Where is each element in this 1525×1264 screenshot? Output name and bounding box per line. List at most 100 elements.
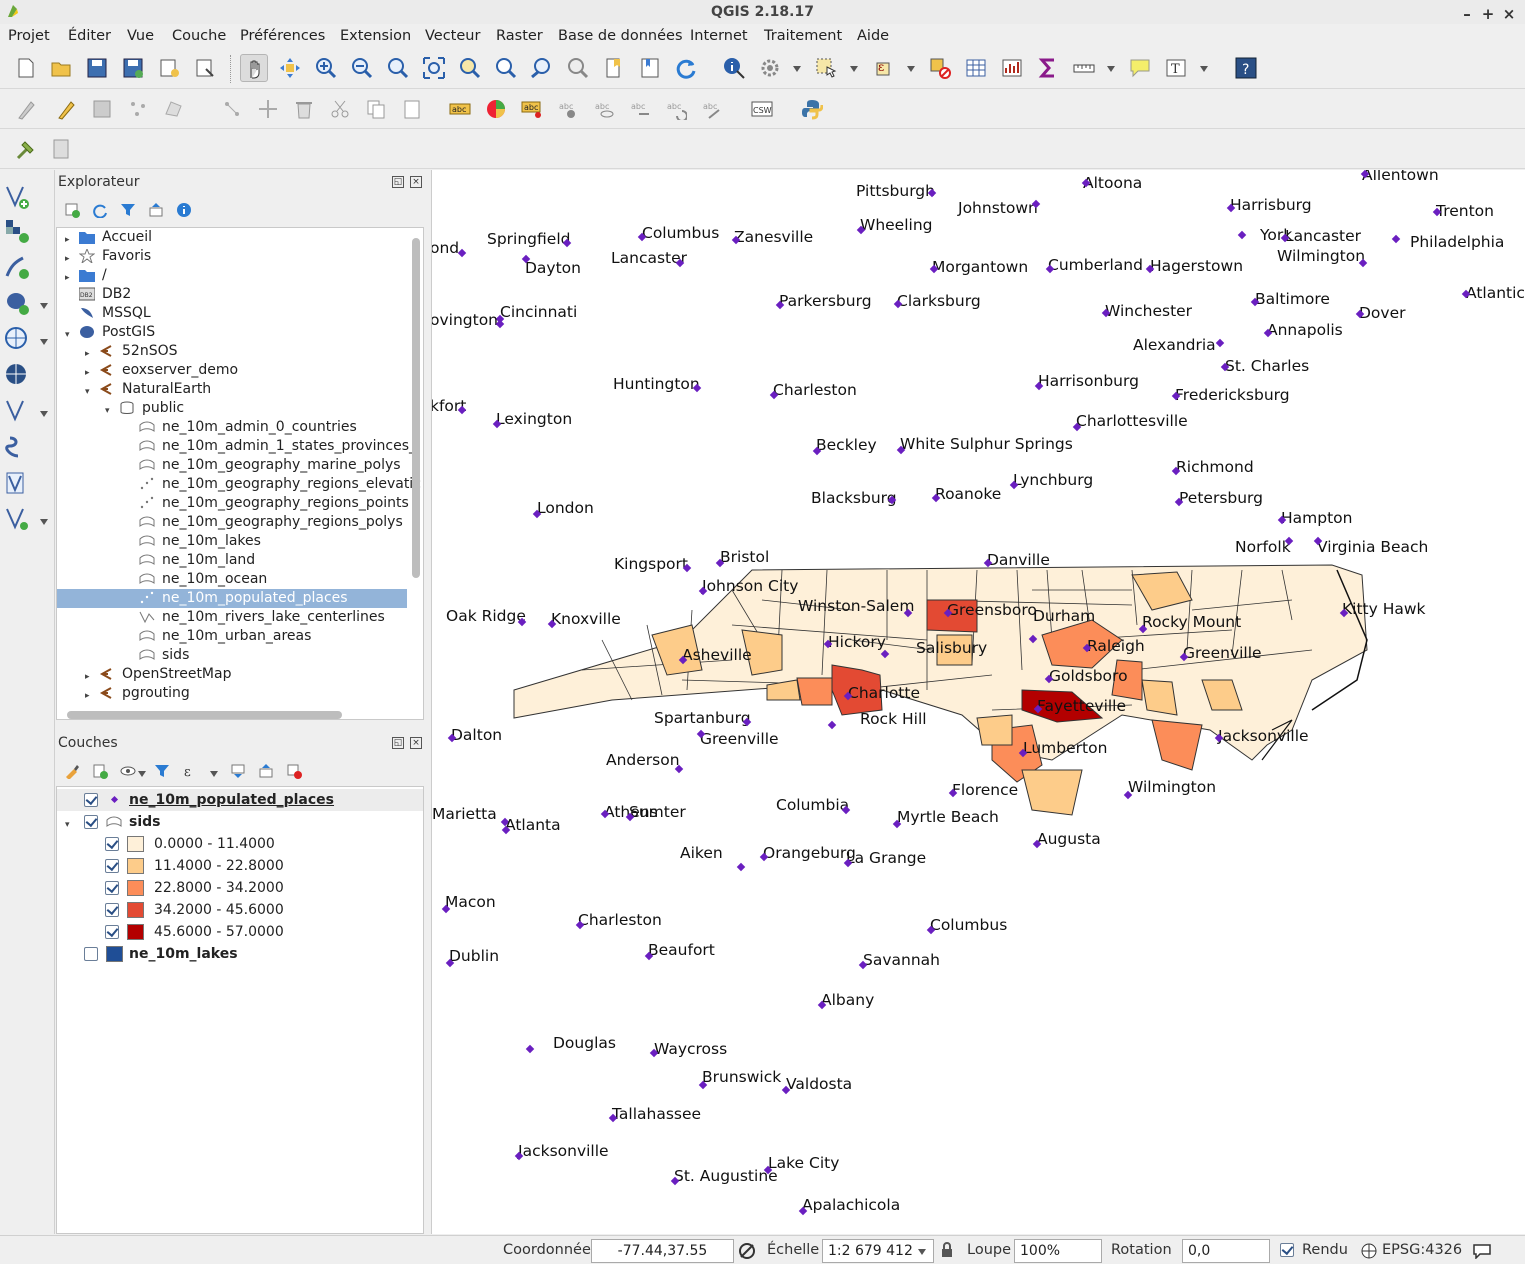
processing-toolbox-icon[interactable] [12, 135, 40, 163]
tree-item-layer[interactable]: ne_10m_admin_0_countries [57, 418, 423, 437]
chevron-right-icon[interactable]: ▸ [65, 250, 75, 264]
move-feature-icon[interactable] [254, 95, 282, 123]
show-hide-labels-icon[interactable]: abc [590, 95, 618, 123]
cut-features-icon[interactable] [326, 95, 354, 123]
magnifier-spinbox[interactable]: 100% [1014, 1239, 1102, 1263]
menu-couche[interactable]: Couche [172, 28, 226, 44]
change-label-icon[interactable]: abc [698, 95, 726, 123]
zoom-out-icon[interactable] [348, 54, 376, 82]
menu-internet[interactable]: Internet [690, 28, 748, 44]
layer-row-sids[interactable]: ▾ sids [57, 811, 423, 833]
select-features-icon[interactable] [812, 54, 840, 82]
tree-item-layer[interactable]: ne_10m_geography_regions_polys [57, 513, 423, 532]
layer-diagram-icon[interactable] [482, 95, 510, 123]
add-spatialite-layer-icon[interactable] [4, 254, 32, 282]
tree-item-layer[interactable]: ne_10m_ocean [57, 570, 423, 589]
menu-preferences[interactable]: Préférences [240, 28, 325, 44]
layer-visibility-checkbox[interactable] [84, 815, 98, 829]
filter-icon[interactable] [120, 202, 136, 218]
refresh-icon[interactable] [672, 54, 700, 82]
pan-tool-icon[interactable] [240, 54, 268, 82]
messages-icon[interactable] [1473, 1243, 1491, 1259]
render-checkbox[interactable] [1280, 1243, 1294, 1257]
node-tool-icon[interactable] [218, 95, 246, 123]
move-label-icon[interactable]: abc [626, 95, 654, 123]
class-visibility-checkbox[interactable] [105, 837, 119, 851]
class-visibility-checkbox[interactable] [105, 881, 119, 895]
csw-icon[interactable]: CSW [748, 95, 776, 123]
statistical-summary-icon[interactable] [998, 54, 1026, 82]
filter-expression-icon[interactable]: ε [182, 763, 198, 779]
add-raster-layer-icon[interactable] [4, 218, 32, 246]
chevron-down-icon[interactable] [40, 519, 48, 525]
float-panel-icon[interactable]: ◱ [392, 737, 404, 749]
tree-item-layer[interactable]: ne_10m_rivers_lake_centerlines [57, 608, 423, 627]
layer-visibility-checkbox[interactable] [84, 793, 98, 807]
chevron-right-icon[interactable]: ▸ [85, 668, 95, 682]
browser-horizontal-scrollbar[interactable] [67, 711, 342, 719]
map-tips-icon[interactable] [1126, 54, 1154, 82]
map-canvas[interactable]: Pittsburgh Johnstown Altoona Allentown Harri… [431, 170, 1525, 1234]
lock-scale-icon[interactable] [940, 1242, 954, 1258]
add-vector-layer-icon[interactable] [4, 184, 32, 212]
visibility-icon[interactable] [120, 763, 136, 779]
select-by-expression-icon[interactable]: ε [870, 54, 898, 82]
tree-item-openstreetmap[interactable]: ▸ OpenStreetMap [57, 665, 423, 684]
chevron-down-icon[interactable] [1107, 66, 1115, 72]
zoom-native-icon[interactable] [384, 54, 412, 82]
save-as-icon[interactable] [119, 54, 147, 82]
save-layer-edits-icon[interactable] [88, 95, 116, 123]
toggle-editing-icon[interactable] [52, 95, 80, 123]
layer-visibility-checkbox[interactable] [84, 947, 98, 961]
browser-vertical-scrollbar[interactable] [412, 238, 420, 578]
chevron-right-icon[interactable]: ▸ [65, 269, 75, 283]
open-project-icon[interactable] [47, 54, 75, 82]
highlight-pinned-labels-icon[interactable]: abc [554, 95, 582, 123]
chevron-down-icon[interactable] [1200, 66, 1208, 72]
zoom-in-icon[interactable] [312, 54, 340, 82]
tree-item-layer[interactable]: ne_10m_admin_1_states_provinces_ [57, 437, 423, 456]
field-calculator-icon[interactable] [1034, 54, 1062, 82]
identify-features-icon[interactable] [720, 54, 748, 82]
tree-item-db2[interactable]: DB2 DB2 [57, 285, 423, 304]
menu-raster[interactable]: Raster [496, 28, 543, 44]
menu-projet[interactable]: Projet [8, 28, 50, 44]
new-project-icon[interactable] [12, 54, 40, 82]
graphical-modeler-icon[interactable] [48, 135, 76, 163]
menu-traitement[interactable]: Traitement [764, 28, 842, 44]
add-wfs-layer-icon[interactable] [4, 362, 32, 390]
chevron-down-icon[interactable] [40, 339, 48, 345]
toggle-coordinate-icon[interactable] [738, 1242, 756, 1260]
collapse-all-icon[interactable] [148, 202, 164, 218]
tree-item-layer[interactable]: ne_10m_geography_regions_elevatic [57, 475, 423, 494]
legend-class-row[interactable]: 45.6000 - 57.0000 [57, 921, 423, 943]
chevron-right-icon[interactable]: ▸ [85, 364, 95, 378]
rotation-spinbox[interactable]: 0,0 [1182, 1239, 1270, 1263]
zoom-full-icon[interactable] [420, 54, 448, 82]
legend-class-row[interactable]: 34.2000 - 45.6000 [57, 899, 423, 921]
new-spatialite-layer-icon[interactable] [4, 506, 32, 534]
tree-item-public[interactable]: ▾ public [57, 399, 423, 418]
add-group-icon[interactable] [92, 763, 108, 779]
zoom-last-icon[interactable] [528, 54, 556, 82]
add-selected-layers-icon[interactable] [64, 202, 80, 218]
zoom-to-layer-icon[interactable] [456, 54, 484, 82]
class-visibility-checkbox[interactable] [105, 925, 119, 939]
crs-label[interactable]: EPSG:4326 [1382, 1242, 1462, 1258]
class-visibility-checkbox[interactable] [105, 903, 119, 917]
tree-item-layer-selected[interactable]: ne_10m_populated_places [57, 589, 407, 608]
current-edits-icon[interactable] [12, 95, 40, 123]
crs-globe-icon[interactable] [1361, 1243, 1377, 1259]
class-visibility-checkbox[interactable] [105, 859, 119, 873]
chevron-down-icon[interactable] [40, 303, 48, 309]
help-icon[interactable]: ? [1232, 54, 1260, 82]
text-annotation-icon[interactable]: T [1162, 54, 1190, 82]
chevron-down-icon[interactable] [850, 66, 858, 72]
tree-item-root[interactable]: ▸ / [57, 266, 423, 285]
tree-item-pgrouting[interactable]: ▸ pgrouting [57, 684, 423, 703]
filter-icon[interactable] [154, 763, 170, 779]
python-console-icon[interactable] [798, 95, 826, 123]
chevron-down-icon[interactable] [40, 411, 48, 417]
float-panel-icon[interactable]: ◱ [392, 176, 404, 188]
save-project-icon[interactable] [83, 54, 111, 82]
